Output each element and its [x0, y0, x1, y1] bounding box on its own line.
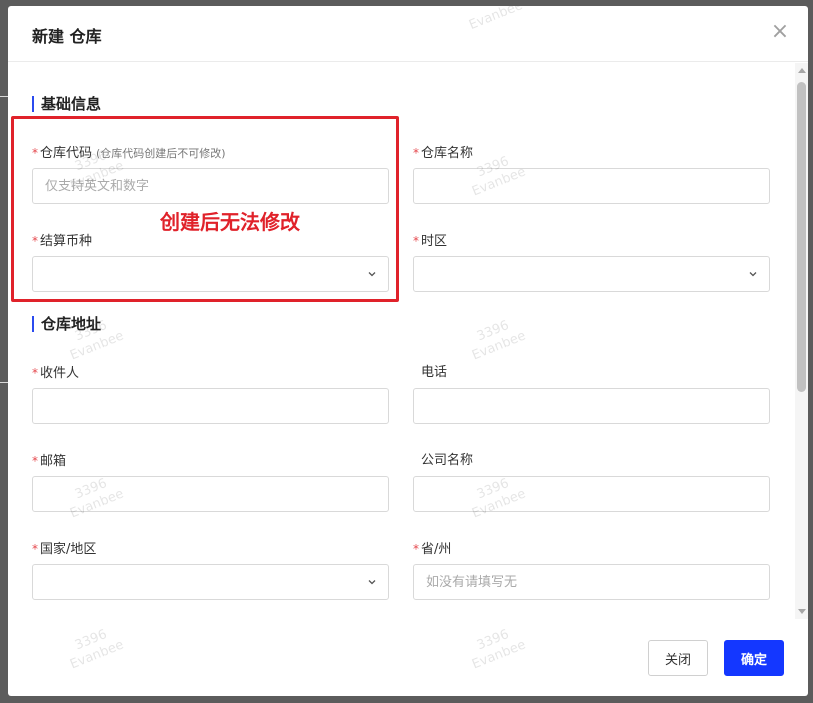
warehouse-code-hint: (仓库代码创建后不可修改): [96, 147, 226, 160]
required-mark: *: [413, 542, 419, 556]
timezone-label-text: 时区: [421, 234, 448, 249]
email-label-text: 邮箱: [40, 454, 67, 469]
warehouse-name-label: * 仓库名称: [413, 145, 473, 162]
scroll-up-arrow-icon[interactable]: [798, 68, 806, 73]
scrollbar-thumb[interactable]: [797, 82, 806, 392]
timezone-label: * 时区: [413, 233, 447, 250]
phone-input[interactable]: [414, 389, 769, 423]
confirm-button[interactable]: 确定: [724, 640, 784, 676]
company-name-field[interactable]: [413, 476, 770, 512]
section-title-basic: 基础信息: [32, 95, 101, 113]
watermark-name: Evanbee: [68, 328, 126, 364]
watermark: 3396Evanbee: [62, 623, 126, 674]
watermark: 3396Evanbee: [464, 623, 528, 674]
chevron-down-icon: [368, 580, 376, 585]
recipient-label: * 收件人: [32, 365, 79, 382]
required-mark: *: [32, 542, 38, 556]
section-title-address: 仓库地址: [32, 315, 101, 333]
annotation-text: 创建后无法修改: [160, 210, 300, 234]
province-state-label: * 省/州: [413, 541, 451, 558]
email-field[interactable]: [32, 476, 389, 512]
required-mark: *: [32, 454, 38, 468]
warehouse-code-field[interactable]: [32, 168, 389, 204]
watermark-name: Evanbee: [68, 637, 126, 673]
dialog-footer: 3396 Evanbee 3396 Evanbee 关闭 确定: [8, 618, 808, 696]
close-icon[interactable]: ×: [770, 21, 790, 43]
recipient-field[interactable]: [32, 388, 389, 424]
watermark-name: Evanbee: [470, 328, 528, 364]
new-warehouse-dialog: 新建 仓库 × 基础信息 *仓库代码(仓库代码创建后不可修改) *仓库名称 *结…: [8, 6, 808, 696]
phone-field[interactable]: [413, 388, 770, 424]
province-state-label-text: 省/州: [421, 542, 452, 557]
dialog-body: 基础信息 *仓库代码(仓库代码创建后不可修改) *仓库名称 *结算币种 *时区: [8, 63, 794, 618]
settlement-currency-label-text: 结算币种: [40, 234, 93, 249]
warehouse-name-field[interactable]: [413, 168, 770, 204]
company-name-input[interactable]: [414, 477, 769, 511]
watermark-number: 3396: [72, 626, 110, 654]
vertical-scrollbar[interactable]: [795, 63, 808, 619]
watermark-name: Evanbee: [470, 637, 528, 673]
watermark-number: 3396: [474, 317, 512, 345]
warehouse-code-label-text: 仓库代码: [40, 146, 93, 161]
watermark: 3396Evanbee: [464, 314, 528, 365]
recipient-label-text: 收件人: [40, 366, 80, 381]
required-mark: *: [32, 234, 38, 248]
country-region-label-text: 国家/地区: [40, 542, 97, 557]
email-label: * 邮箱: [32, 453, 66, 470]
warehouse-code-input[interactable]: [33, 169, 388, 203]
recipient-input[interactable]: [33, 389, 388, 423]
chevron-down-icon: [368, 272, 376, 277]
timezone-select[interactable]: [413, 256, 770, 292]
dialog-title: 新建 仓库: [32, 27, 102, 46]
province-state-input[interactable]: [414, 565, 769, 599]
province-state-field[interactable]: [413, 564, 770, 600]
required-mark: *: [32, 146, 38, 160]
scroll-down-arrow-icon[interactable]: [798, 609, 806, 614]
dialog-header: 新建 仓库 ×: [8, 6, 808, 62]
phone-label: 电话: [421, 365, 448, 380]
required-mark: *: [413, 146, 419, 160]
watermark-number: 3396: [474, 626, 512, 654]
country-region-label: * 国家/地区: [32, 541, 96, 558]
settlement-currency-select[interactable]: [32, 256, 389, 292]
warehouse-name-label-text: 仓库名称: [421, 146, 474, 161]
warehouse-name-input[interactable]: [414, 169, 769, 203]
warehouse-code-label: * 仓库代码 (仓库代码创建后不可修改): [32, 145, 226, 162]
required-mark: *: [32, 366, 38, 380]
company-name-label: 公司名称: [421, 453, 474, 468]
chevron-down-icon: [749, 272, 757, 277]
close-button[interactable]: 关闭: [648, 640, 708, 676]
required-mark: *: [413, 234, 419, 248]
settlement-currency-label: * 结算币种: [32, 233, 92, 250]
email-input[interactable]: [33, 477, 388, 511]
country-region-select[interactable]: [32, 564, 389, 600]
